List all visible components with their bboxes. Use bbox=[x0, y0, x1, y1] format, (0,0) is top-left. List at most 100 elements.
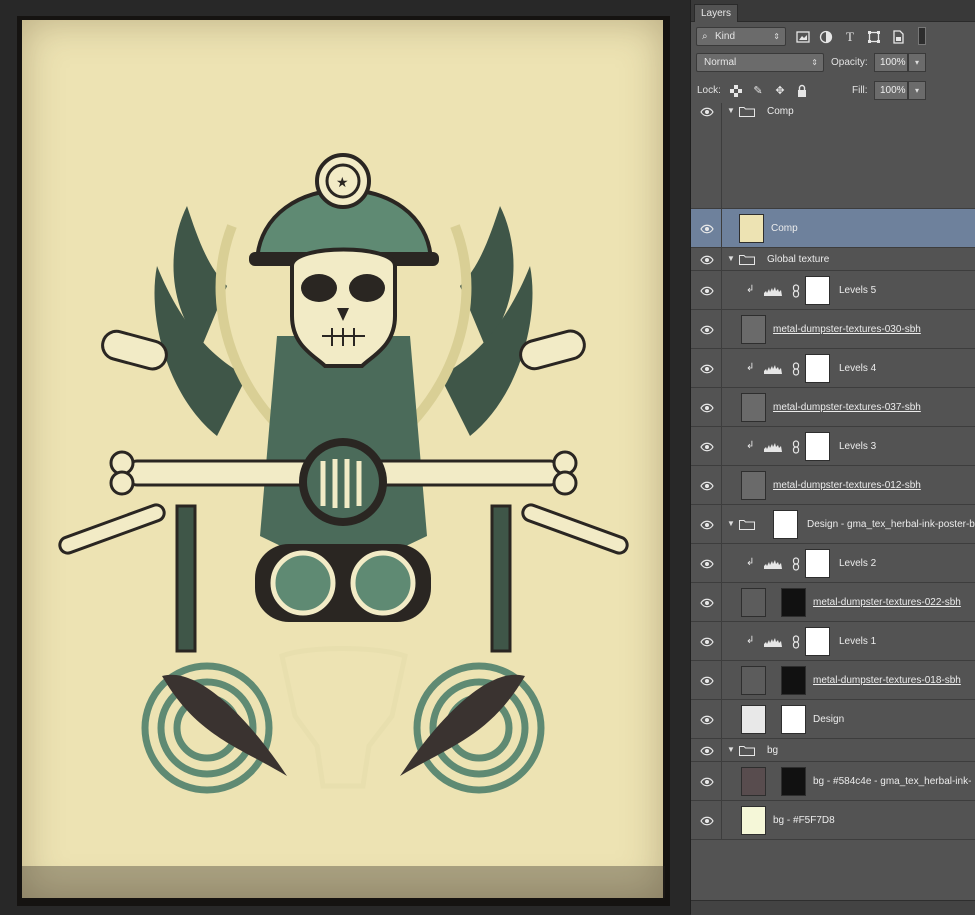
layer-row[interactable]: metal-dumpster-textures-012-sbh bbox=[691, 466, 975, 505]
filter-toggle-switch[interactable] bbox=[918, 27, 926, 45]
opacity-slider-toggle[interactable]: ▾ bbox=[908, 53, 926, 72]
eye-icon[interactable] bbox=[700, 559, 714, 569]
layer-row[interactable]: Comp bbox=[691, 209, 975, 248]
eye-icon[interactable] bbox=[700, 286, 714, 296]
levels-histogram-icon[interactable] bbox=[764, 286, 782, 296]
smart-object-filter-icon[interactable] bbox=[891, 30, 905, 44]
layer-row[interactable]: bg - #584c4e - gma_tex_herbal-ink- bbox=[691, 762, 975, 801]
layer-thumbnail[interactable] bbox=[741, 588, 766, 617]
filter-kind-dropdown[interactable]: ⌕ Kind ⇕ bbox=[696, 27, 786, 46]
tab-layers[interactable]: Layers bbox=[694, 4, 739, 22]
layer-name[interactable]: Levels 5 bbox=[839, 285, 876, 296]
layer-name[interactable]: Comp bbox=[771, 223, 798, 234]
eye-icon[interactable] bbox=[700, 598, 714, 608]
layer-row[interactable]: metal-dumpster-textures-018-sbh bbox=[691, 661, 975, 700]
chain-link-icon[interactable] bbox=[792, 284, 800, 298]
layer-thumbnail[interactable] bbox=[739, 214, 764, 243]
eye-icon[interactable] bbox=[700, 107, 714, 117]
layer-thumbnail[interactable] bbox=[741, 666, 766, 695]
expand-caret-icon[interactable]: ▼ bbox=[727, 745, 735, 754]
adjustment-layer-filter-icon[interactable] bbox=[819, 30, 833, 44]
layer-row[interactable]: ▼ Global texture bbox=[691, 248, 975, 271]
eye-icon[interactable] bbox=[700, 325, 714, 335]
layer-row[interactable]: Design bbox=[691, 700, 975, 739]
layer-row[interactable]: ↲ Levels 4 bbox=[691, 349, 975, 388]
layer-row[interactable]: ▼ bg bbox=[691, 739, 975, 762]
chain-link-icon[interactable] bbox=[792, 362, 800, 376]
layer-name[interactable]: Levels 4 bbox=[839, 363, 876, 374]
layer-name[interactable]: Design bbox=[813, 714, 844, 725]
layer-name[interactable]: Global texture bbox=[767, 254, 829, 265]
layer-mask-thumbnail[interactable] bbox=[805, 276, 830, 305]
color-fill-thumbnail[interactable] bbox=[741, 806, 766, 835]
eye-icon[interactable] bbox=[700, 816, 714, 826]
layer-name[interactable]: metal-dumpster-textures-018-sbh bbox=[813, 675, 961, 686]
layer-thumbnail[interactable] bbox=[741, 705, 766, 734]
shape-layer-filter-icon[interactable] bbox=[867, 30, 881, 44]
layer-mask-thumbnail[interactable] bbox=[781, 705, 806, 734]
layer-row[interactable]: ▼ Comp bbox=[691, 103, 975, 209]
expand-caret-icon[interactable]: ▼ bbox=[727, 519, 735, 528]
expand-caret-icon[interactable]: ▼ bbox=[727, 106, 735, 115]
layer-mask-thumbnail[interactable] bbox=[781, 588, 806, 617]
chain-link-icon[interactable] bbox=[792, 440, 800, 454]
eye-icon[interactable] bbox=[700, 637, 714, 647]
eye-icon[interactable] bbox=[700, 676, 714, 686]
eye-icon[interactable] bbox=[700, 777, 714, 787]
eye-icon[interactable] bbox=[700, 224, 714, 234]
color-fill-thumbnail[interactable] bbox=[741, 767, 766, 796]
layer-name[interactable]: Levels 2 bbox=[839, 558, 876, 569]
layer-row[interactable]: bg - #F5F7D8 bbox=[691, 801, 975, 840]
levels-histogram-icon[interactable] bbox=[764, 637, 782, 647]
lock-position-move-icon[interactable]: ✥ bbox=[773, 84, 787, 98]
eye-icon[interactable] bbox=[700, 403, 714, 413]
layer-mask-thumbnail[interactable] bbox=[781, 767, 806, 796]
expand-caret-icon[interactable]: ▼ bbox=[727, 254, 735, 263]
layer-row[interactable]: ↲ Levels 5 bbox=[691, 271, 975, 310]
chain-link-icon[interactable] bbox=[792, 557, 800, 571]
layer-row[interactable]: metal-dumpster-textures-022-sbh bbox=[691, 583, 975, 622]
layer-mask-thumbnail[interactable] bbox=[805, 627, 830, 656]
layer-name[interactable]: Levels 1 bbox=[839, 636, 876, 647]
layer-mask-thumbnail[interactable] bbox=[805, 432, 830, 461]
layer-name[interactable]: Comp bbox=[767, 106, 794, 117]
eye-icon[interactable] bbox=[700, 746, 714, 756]
layer-row[interactable]: metal-dumpster-textures-030-sbh bbox=[691, 310, 975, 349]
eye-icon[interactable] bbox=[700, 520, 714, 530]
eye-icon[interactable] bbox=[700, 481, 714, 491]
layer-thumbnail[interactable] bbox=[741, 315, 766, 344]
opacity-input[interactable]: 100% bbox=[874, 53, 908, 72]
layer-row[interactable]: ↲ Levels 1 bbox=[691, 622, 975, 661]
layer-name[interactable]: metal-dumpster-textures-022-sbh bbox=[813, 597, 961, 608]
layer-thumbnail[interactable] bbox=[741, 393, 766, 422]
layer-name[interactable]: bg bbox=[767, 745, 778, 756]
layer-row[interactable]: metal-dumpster-textures-037-sbh bbox=[691, 388, 975, 427]
layer-name[interactable]: metal-dumpster-textures-030-sbh bbox=[773, 324, 921, 335]
layer-name[interactable]: Levels 3 bbox=[839, 441, 876, 452]
blend-mode-dropdown[interactable]: Normal ⇕ bbox=[696, 53, 824, 72]
eye-icon[interactable] bbox=[700, 364, 714, 374]
fill-input[interactable]: 100% bbox=[874, 81, 908, 100]
layer-thumbnail[interactable] bbox=[741, 471, 766, 500]
fill-slider-toggle[interactable]: ▾ bbox=[908, 81, 926, 100]
eye-icon[interactable] bbox=[700, 442, 714, 452]
layer-row[interactable]: ▼ Design - gma_tex_herbal-ink-poster-b bbox=[691, 505, 975, 544]
layer-name[interactable]: Design - gma_tex_herbal-ink-poster-b bbox=[807, 519, 975, 530]
layer-name[interactable]: bg - #584c4e - gma_tex_herbal-ink- bbox=[813, 776, 971, 787]
layer-name[interactable]: metal-dumpster-textures-012-sbh bbox=[773, 480, 921, 491]
layer-row[interactable]: ↲ Levels 2 bbox=[691, 544, 975, 583]
levels-histogram-icon[interactable] bbox=[764, 364, 782, 374]
levels-histogram-icon[interactable] bbox=[764, 442, 782, 452]
layer-mask-thumbnail[interactable] bbox=[805, 354, 830, 383]
layer-mask-thumbnail[interactable] bbox=[773, 510, 798, 539]
lock-all-padlock-icon[interactable] bbox=[795, 84, 809, 98]
pixel-layer-filter-icon[interactable] bbox=[796, 30, 810, 44]
layer-mask-thumbnail[interactable] bbox=[805, 549, 830, 578]
lock-transparency-icon[interactable] bbox=[729, 84, 743, 98]
layer-name[interactable]: bg - #F5F7D8 bbox=[773, 815, 835, 826]
lock-pixels-brush-icon[interactable]: ✎ bbox=[751, 84, 765, 98]
layer-name[interactable]: metal-dumpster-textures-037-sbh bbox=[773, 402, 921, 413]
layer-mask-thumbnail[interactable] bbox=[781, 666, 806, 695]
eye-icon[interactable] bbox=[700, 715, 714, 725]
type-layer-filter-icon[interactable]: T bbox=[843, 30, 857, 44]
